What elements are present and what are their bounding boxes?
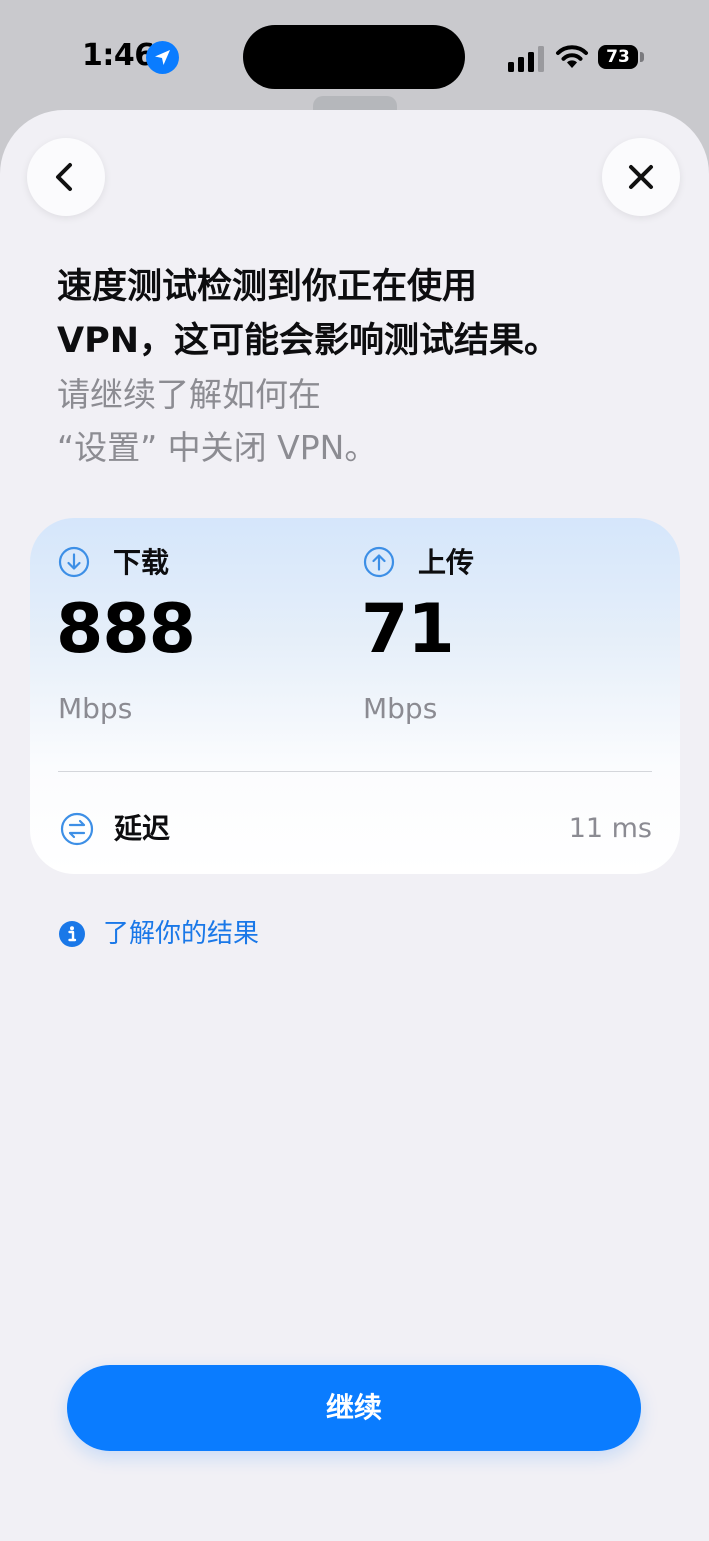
heading-line-1: 速度测试检测到你正在使用 [57, 267, 478, 307]
latency-label: 延迟 [114, 812, 171, 845]
arrow-up-circle-icon [363, 546, 395, 578]
card-divider [58, 771, 652, 772]
download-unit: Mbps [58, 692, 133, 725]
info-circle-icon [58, 920, 86, 948]
speed-results-card: 下载 888 Mbps 上传 71 Mbps 延迟 11 ms [30, 518, 680, 874]
status-time: 1:46 [82, 38, 155, 73]
speed-test-sheet: 速度测试检测到你正在使用 VPN，这可能会影响测试结果。 请继续了解如何在 “设… [0, 110, 709, 1541]
upload-value: 71 [361, 590, 455, 669]
battery-percent: 73 [606, 47, 630, 67]
back-button[interactable] [27, 138, 105, 216]
close-icon [629, 165, 653, 189]
wifi-icon [555, 42, 589, 70]
chevron-left-icon [56, 163, 72, 191]
learn-results-label: 了解你的结果 [103, 919, 260, 949]
battery-icon: 73 [598, 45, 638, 69]
vpn-instructions-text: 请继续了解如何在 “设置” 中关闭 VPN。 [57, 368, 677, 474]
upload-label: 上传 [418, 546, 475, 579]
download-label: 下载 [113, 546, 170, 579]
subtext-line-2: “设置” 中关闭 VPN。 [57, 428, 378, 467]
location-arrow-icon [146, 41, 179, 74]
heading-line-2: VPN，这可能会影响测试结果。 [57, 321, 560, 361]
vpn-warning-heading: 速度测试检测到你正在使用 VPN，这可能会影响测试结果。 [57, 260, 677, 368]
subtext-line-1: 请继续了解如何在 [57, 375, 321, 414]
cellular-signal-icon [508, 46, 548, 72]
arrow-down-circle-icon [58, 546, 90, 578]
battery-cap [640, 52, 644, 62]
status-bar: 1:46 73 [0, 0, 709, 126]
latency-value: 11 ms [568, 813, 652, 844]
dynamic-island [243, 25, 465, 89]
upload-unit: Mbps [363, 692, 438, 725]
continue-button[interactable]: 继续 [67, 1365, 641, 1451]
download-value: 888 [56, 590, 196, 669]
close-button[interactable] [602, 138, 680, 216]
arrows-swap-circle-icon [60, 812, 94, 846]
